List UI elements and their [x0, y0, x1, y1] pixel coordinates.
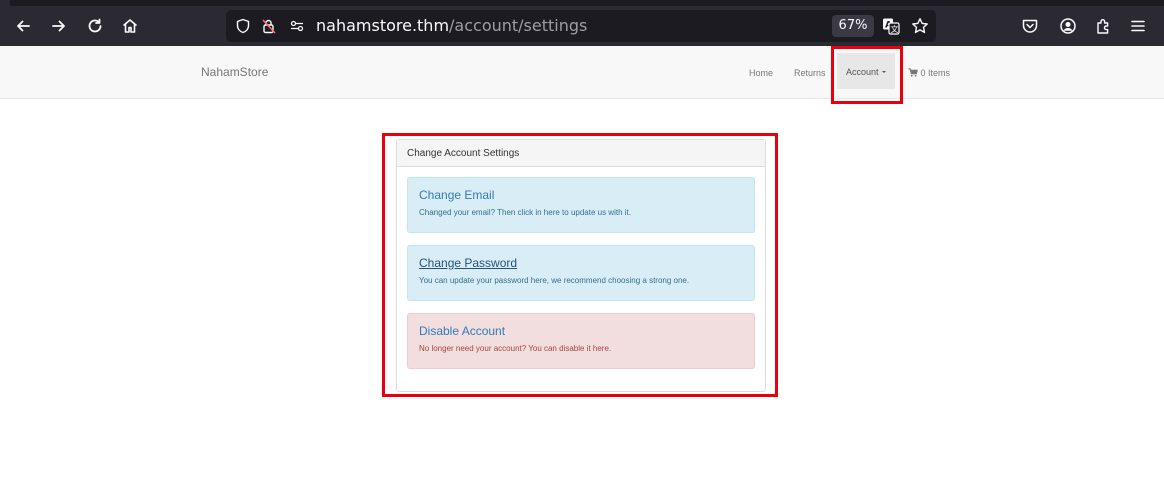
- nav-basket[interactable]: 0 Items: [908, 46, 950, 99]
- svg-text:文: 文: [891, 24, 899, 34]
- translate-icon[interactable]: A文: [878, 10, 904, 42]
- site-navbar: NahamStore Home Returns Account 0 Items: [0, 46, 1164, 99]
- zoom-level-button[interactable]: 67%: [832, 15, 874, 37]
- annotation-box-panel: [382, 133, 778, 397]
- brand-logo[interactable]: NahamStore: [201, 46, 268, 99]
- annotation-box-account: [831, 46, 903, 104]
- account-icon[interactable]: [1054, 12, 1082, 40]
- forward-icon[interactable]: [45, 12, 73, 40]
- pocket-icon[interactable]: [1016, 12, 1044, 40]
- address-bar[interactable]: nahamstore.thm/account/settings 67% A文: [226, 10, 936, 42]
- browser-toolbar: nahamstore.thm/account/settings 67% A文: [0, 6, 1164, 46]
- bookmark-star-icon[interactable]: [907, 10, 933, 42]
- reload-icon[interactable]: [81, 12, 109, 40]
- menu-icon[interactable]: [1124, 12, 1152, 40]
- url-path: /account/settings: [449, 16, 588, 35]
- permissions-icon[interactable]: [286, 10, 308, 42]
- home-icon[interactable]: [116, 12, 144, 40]
- cart-icon: [908, 68, 918, 77]
- nav-home[interactable]: Home: [749, 46, 773, 99]
- basket-count: 0 Items: [920, 68, 951, 78]
- shield-icon[interactable]: [232, 10, 254, 42]
- back-icon[interactable]: [9, 12, 37, 40]
- url-text[interactable]: nahamstore.thm/account/settings: [316, 10, 587, 42]
- lock-warning-icon[interactable]: [259, 10, 279, 42]
- nav-returns[interactable]: Returns: [794, 46, 826, 99]
- url-host: nahamstore.thm: [316, 16, 450, 35]
- extensions-icon[interactable]: [1090, 12, 1118, 40]
